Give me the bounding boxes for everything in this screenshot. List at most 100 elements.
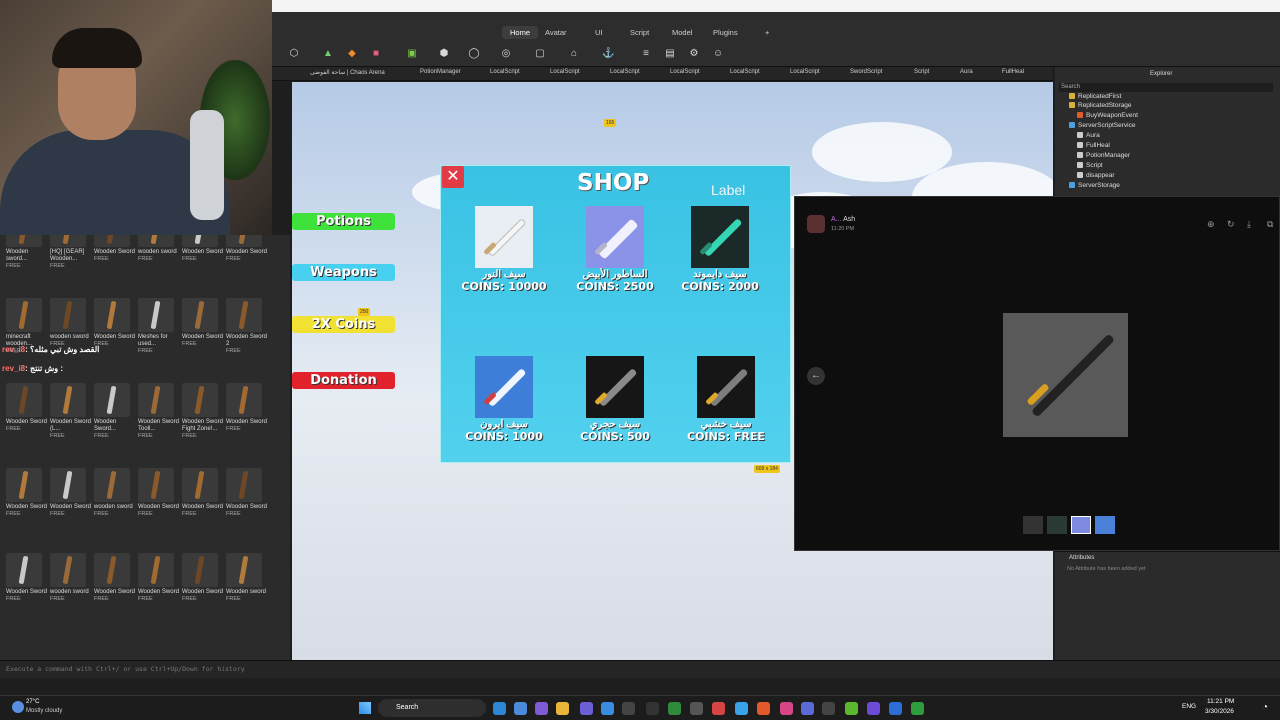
toolbox-item[interactable]: Wooden Sword 2 FREE <box>226 298 268 354</box>
tab-ui[interactable]: UI <box>587 26 611 39</box>
toolbox-item[interactable]: Wooden Sword FREE <box>6 383 48 432</box>
toolbox-item[interactable]: Wooden Sword FREE <box>182 553 224 602</box>
lock-icon[interactable]: ⌂ <box>568 48 580 60</box>
toolbox-item[interactable]: Wooden Sword FREE <box>138 553 180 602</box>
cube-icon[interactable]: ⬡ <box>288 48 300 60</box>
toolbox-item[interactable]: Wooden Sword FREE <box>226 383 268 432</box>
minecraft-icon[interactable] <box>845 702 858 715</box>
explorer-search-input[interactable]: Search <box>1059 83 1273 92</box>
tab-home[interactable]: Home <box>502 26 539 39</box>
group-icon[interactable]: ▣ <box>406 48 418 60</box>
toolbox-item[interactable]: Wooden sword FREE <box>226 553 268 602</box>
explorer-item[interactable]: ReplicatedFirst <box>1069 93 1121 100</box>
shop-item[interactable]: الساطور الأبيض COINS: 2500 <box>565 206 665 293</box>
shop-item[interactable]: سيف خشبي COINS: FREE <box>676 356 776 443</box>
shop-item[interactable]: سيف حجري COINS: 500 <box>565 356 665 443</box>
weather-desc[interactable]: Mostly cloudy <box>26 708 62 714</box>
app-icon[interactable] <box>514 702 527 715</box>
app-icon[interactable] <box>690 702 703 715</box>
edge-icon[interactable] <box>493 702 506 715</box>
toolbox-item[interactable]: wooden sword FREE <box>138 235 180 262</box>
doc-tab-localscript[interactable]: LocalScript <box>490 69 520 75</box>
language-indicator[interactable]: ENG <box>1182 703 1196 710</box>
clock-date[interactable]: 3/30/2026 <box>1205 708 1234 715</box>
material-icon[interactable]: ◆ <box>346 48 358 60</box>
explorer-item[interactable]: disappear <box>1077 172 1115 179</box>
toolbox-item[interactable]: Wooden Sword FREE <box>94 235 136 262</box>
toolbox-item[interactable]: Wooden Sword (L... FREE <box>50 383 92 439</box>
thumbnail[interactable] <box>1095 516 1115 534</box>
close-button[interactable]: ✕ <box>442 166 464 188</box>
toolbox-item[interactable]: wooden sword FREE <box>50 298 92 347</box>
align-icon[interactable]: ≡ <box>640 48 652 60</box>
tab-avatar[interactable]: Avatar <box>537 26 575 39</box>
potions-button[interactable]: Potions <box>292 213 395 230</box>
toolbox-item[interactable]: Wooden Sword FREE <box>6 553 48 602</box>
toolbox-item[interactable]: Wooden sword... FREE <box>6 235 48 269</box>
explorer-item[interactable]: Script <box>1077 162 1103 169</box>
doc-tab-swordscript[interactable]: SwordScript <box>850 69 882 75</box>
toolbox-item[interactable]: Wooden Sword... FREE <box>94 383 136 439</box>
tab-script[interactable]: Script <box>622 26 657 39</box>
toolbox-item[interactable]: Wooden Sword Tooll... FREE <box>138 383 180 439</box>
thumbnail[interactable] <box>1047 516 1067 534</box>
people-icon[interactable]: ☺ <box>712 48 724 60</box>
toolbox-item[interactable]: Wooden Sword Fight Zone!... FREE <box>182 383 224 439</box>
folder-icon[interactable] <box>556 702 569 715</box>
explorer-item[interactable]: Aura <box>1077 132 1100 139</box>
doc-tab-aura[interactable]: Aura <box>960 69 973 75</box>
explorer-item[interactable]: PotionManager <box>1077 152 1130 159</box>
explorer-item[interactable]: FullHeal <box>1077 142 1110 149</box>
terrain-icon[interactable]: ▲ <box>322 48 334 60</box>
steam-icon[interactable] <box>822 702 835 715</box>
shop-item[interactable]: سيف النور COINS: 10000 <box>454 206 554 293</box>
move-icon[interactable]: ◎ <box>500 48 512 60</box>
xbox-icon[interactable] <box>668 702 681 715</box>
doc-tab-localscript[interactable]: LocalScript <box>670 69 700 75</box>
terminal-icon[interactable] <box>646 702 659 715</box>
anchor-icon[interactable]: ⚓ <box>602 48 614 60</box>
toolbox-item[interactable]: Wooden Sword FREE <box>182 468 224 517</box>
toolbox-item[interactable]: Wooden Sword FREE <box>182 298 224 347</box>
2x-coins-button[interactable]: 2X Coins <box>292 316 395 333</box>
weapons-button[interactable]: Weapons <box>292 264 395 281</box>
zoom-icon[interactable]: ⊕ <box>1207 219 1215 230</box>
discord-icon[interactable] <box>580 702 593 715</box>
toolbox-item[interactable]: Meshes for used... FREE <box>138 298 180 354</box>
app-icon[interactable] <box>601 702 614 715</box>
toolbox-item[interactable]: Wooden Sword FREE <box>138 468 180 517</box>
download-icon[interactable]: ⤓ <box>1247 219 1251 230</box>
app-icon[interactable] <box>535 702 548 715</box>
toolbox-item[interactable]: Wooden Sword FREE <box>94 553 136 602</box>
roblox-studio-icon[interactable] <box>889 702 902 715</box>
clock-time[interactable]: 11:21 PM <box>1207 698 1234 705</box>
doc-tab-fullheal[interactable]: FullHeal <box>1002 69 1024 75</box>
app-icon[interactable] <box>867 702 880 715</box>
app-icon[interactable] <box>712 702 725 715</box>
app-icon[interactable] <box>801 702 814 715</box>
shop-frame[interactable]: ✕ SHOP Label سيف النور COINS: 10000 السا… <box>440 165 791 463</box>
notification-icon[interactable]: ◔ <box>1262 702 1268 713</box>
donation-button[interactable]: Donation <box>292 372 395 389</box>
rotate-icon[interactable]: ↻ <box>1227 219 1235 230</box>
command-input[interactable]: Execute a command with Ctrl+/ or use Ctr… <box>6 665 245 673</box>
toolbox-item[interactable]: Wooden Sword FREE <box>182 235 224 262</box>
toolbox-item[interactable]: Wooden Sword FREE <box>6 468 48 517</box>
toolbox-item[interactable]: [HQ] [GEAR] Wooden... FREE <box>50 235 92 269</box>
chrome-icon[interactable] <box>735 702 748 715</box>
taskbar-search[interactable]: Search <box>378 699 486 717</box>
toolbox-item[interactable]: Wooden Sword FREE <box>50 468 92 517</box>
doc-tab-localscript[interactable]: LocalScript <box>550 69 580 75</box>
doc-tab-script[interactable]: Script <box>914 69 929 75</box>
thumbnail[interactable] <box>1071 516 1091 534</box>
brave-icon[interactable] <box>757 702 770 715</box>
doc-tab-localscript[interactable]: LocalScript <box>790 69 820 75</box>
toolbox-item[interactable]: wooden sword FREE <box>50 553 92 602</box>
toolbox-item[interactable]: Wooden Sword FREE <box>226 468 268 517</box>
explorer-item[interactable]: ReplicatedStorage <box>1069 102 1131 109</box>
toolbox-item[interactable]: Wooden Sword FREE <box>94 298 136 347</box>
explorer-item[interactable]: ServerStorage <box>1069 182 1120 189</box>
tab-add[interactable]: + <box>757 26 777 39</box>
app-icon[interactable] <box>622 702 635 715</box>
open-icon[interactable]: ⧉ <box>1267 219 1273 230</box>
